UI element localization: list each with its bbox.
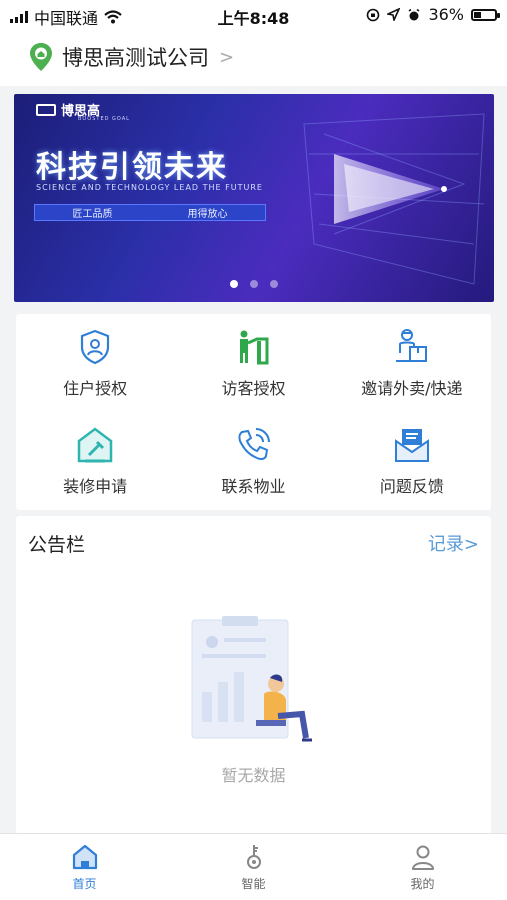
chevron-right-icon: >	[219, 46, 235, 68]
service-label: 邀请外卖/快递	[361, 379, 463, 398]
carousel-dot[interactable]	[250, 280, 258, 288]
banner-subtitle: SCIENCE AND TECHNOLOGY LEAD THE FUTURE	[36, 183, 263, 192]
tab-home[interactable]: 首页	[0, 834, 169, 900]
notice-board-title: 公告栏	[28, 534, 86, 556]
battery-icon	[471, 8, 500, 21]
smart-key-icon	[246, 845, 261, 869]
location-pin-icon	[30, 43, 52, 71]
battery-percent: 36%	[428, 5, 464, 24]
company-name: 博思高测试公司	[62, 46, 209, 70]
company-selector[interactable]: 博思高测试公司 >	[28, 42, 234, 72]
bottom-tab-bar: 首页 智能 我的	[0, 833, 507, 900]
feedback-envelope-icon	[394, 429, 429, 462]
carousel-dot[interactable]	[270, 280, 278, 288]
resident-shield-icon	[81, 329, 110, 365]
tab-label: 智能	[241, 877, 266, 891]
banner-logo-sub: BOOSTED GOAL	[78, 116, 130, 122]
service-label: 装修申请	[63, 477, 128, 496]
tab-smart[interactable]: 智能	[169, 834, 338, 900]
service-label: 问题反馈	[379, 477, 444, 496]
logo-mark-icon	[36, 103, 56, 116]
carousel-dots	[14, 280, 494, 288]
service-contact-property[interactable]: 联系物业	[174, 412, 332, 510]
phone-icon	[238, 428, 271, 461]
service-invite-delivery[interactable]: 邀请外卖/快递	[333, 314, 491, 412]
banner-tagline: 匠工品质 用得放心	[34, 204, 266, 221]
delivery-icon	[395, 329, 427, 362]
service-label: 联系物业	[221, 477, 286, 496]
banner-decor	[303, 113, 485, 285]
banner-title: 科技引领未来	[36, 150, 228, 185]
carousel-dot[interactable]	[230, 280, 238, 288]
service-label: 住户授权	[63, 379, 128, 398]
home-icon	[72, 844, 97, 870]
alarm-icon	[408, 8, 420, 20]
tab-label: 首页	[72, 877, 97, 891]
service-renovation[interactable]: 装修申请	[16, 412, 174, 510]
records-link[interactable]: 记录>	[428, 530, 479, 556]
location-arrow-icon	[387, 8, 401, 21]
service-feedback[interactable]: 问题反馈	[333, 412, 491, 510]
tab-label: 我的	[410, 877, 435, 891]
tagline-left: 匠工品质	[72, 209, 113, 220]
service-grid: 住户授权 访客授权 邀请外卖/快递 装修申请 联系物业 问题反馈	[16, 314, 491, 510]
status-bar: 中国联通 上午8:48 36%	[0, 0, 507, 30]
notice-board: 公告栏 记录> 暂无数据	[16, 516, 491, 834]
empty-state-text: 暂无数据	[221, 766, 286, 785]
visitor-icon	[240, 330, 269, 365]
lock-rotation-icon	[367, 8, 380, 21]
promo-banner[interactable]: 博思高 BOOSTED GOAL 科技引领未来 SCIENCE AND TECH…	[14, 94, 494, 302]
service-visitor-auth[interactable]: 访客授权	[174, 314, 332, 412]
header: 博思高测试公司 >	[0, 30, 507, 86]
profile-icon	[411, 845, 434, 870]
service-resident-auth[interactable]: 住户授权	[16, 314, 174, 412]
tagline-right: 用得放心	[187, 209, 228, 220]
renovation-house-icon	[77, 427, 113, 463]
service-label: 访客授权	[221, 379, 286, 398]
empty-state-illustration	[191, 616, 312, 742]
tab-profile[interactable]: 我的	[338, 834, 507, 900]
